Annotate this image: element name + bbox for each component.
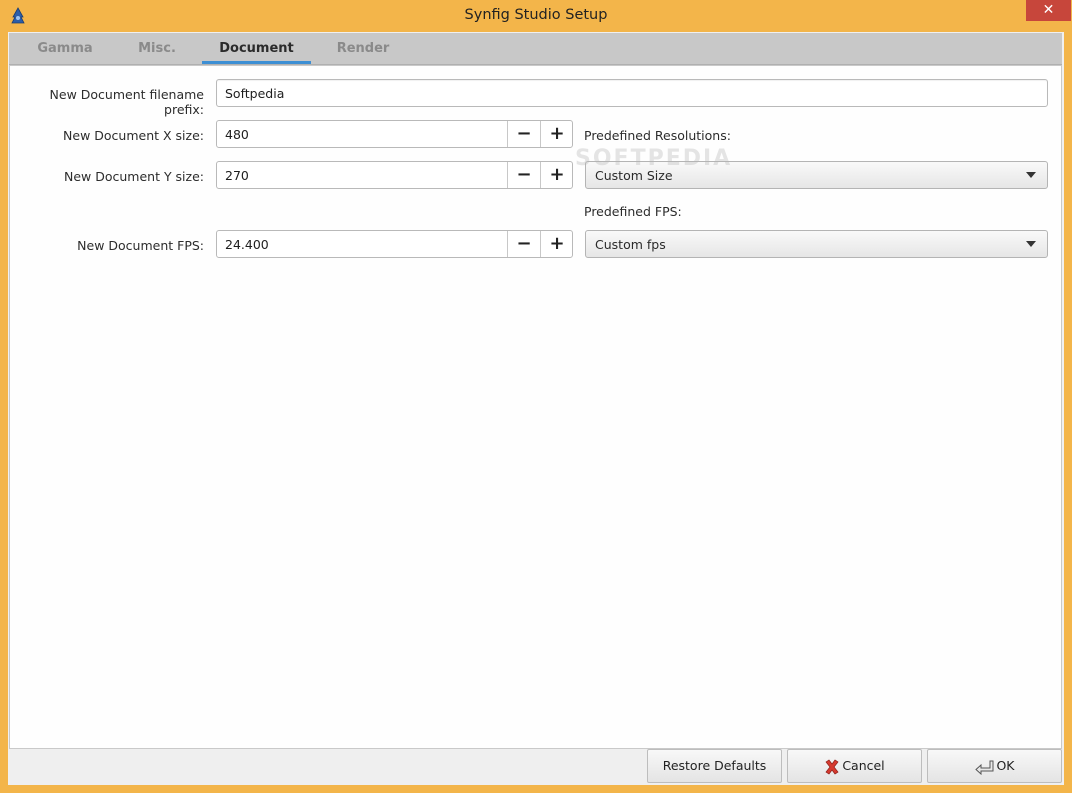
tab-document[interactable]: Document [202,33,311,64]
softpedia-watermark: SOFTPEDIA [575,146,733,171]
tab-misc[interactable]: Misc. [113,33,201,64]
resolutions-label: Predefined Resolutions: [584,128,731,143]
tab-gamma-label: Gamma [37,41,93,56]
fps-label: New Document FPS: [77,238,204,253]
dialog-body: Gamma Misc. Document Render New Document… [8,32,1064,785]
x-size-value: 480 [225,127,249,142]
setup-window: Synfig Studio Setup ✕ Gamma Misc. Docume… [0,0,1072,793]
cancel-x-icon [825,759,839,774]
dropdown-arrow-icon [1026,241,1036,247]
tab-document-label: Document [219,41,294,56]
tab-render-label: Render [336,41,390,56]
y-size-label: New Document Y size: [63,169,204,184]
close-button[interactable]: ✕ [1026,0,1071,21]
x-size-spinner[interactable]: 480 − + [216,120,573,148]
tab-misc-label: Misc. [138,41,176,56]
fps-presets-selected: Custom fps [595,237,666,252]
title-bar[interactable]: Synfig Studio Setup ✕ [0,0,1072,32]
y-size-spinner[interactable]: 270 − + [216,161,573,189]
ok-button[interactable]: OK [927,749,1062,783]
fps-presets-dropdown[interactable]: Custom fps [585,230,1048,258]
restore-defaults-button[interactable]: Restore Defaults [647,749,782,783]
active-tab-indicator [202,61,311,64]
document-settings-panel: New Document filename prefix: Softpedia … [9,65,1062,749]
tab-bar: Gamma Misc. Document Render [9,33,1062,65]
tab-gamma[interactable]: Gamma [21,33,109,64]
y-size-increment-button[interactable]: + [540,162,573,188]
x-size-label: New Document X size: [63,128,204,143]
prefix-input[interactable]: Softpedia [216,79,1048,107]
y-size-decrement-button[interactable]: − [507,162,540,188]
ok-label: OK [996,758,1015,773]
tab-render[interactable]: Render [319,33,407,64]
fps-presets-label: Predefined FPS: [584,204,682,219]
cancel-button[interactable]: Cancel [787,749,922,783]
fps-increment-button[interactable]: + [540,231,573,257]
button-bar: Restore Defaults Cancel OK [9,749,1062,785]
x-size-decrement-button[interactable]: − [507,121,540,147]
cancel-label: Cancel [842,758,885,773]
prefix-value: Softpedia [225,86,285,101]
fps-value: 24.400 [225,237,269,252]
prefix-label: New Document filename prefix: [49,87,204,117]
y-size-value: 270 [225,168,249,183]
fps-decrement-button[interactable]: − [507,231,540,257]
dropdown-arrow-icon [1026,172,1036,178]
window-title: Synfig Studio Setup [464,7,608,23]
fps-spinner[interactable]: 24.400 − + [216,230,573,258]
x-size-increment-button[interactable]: + [540,121,573,147]
restore-defaults-label: Restore Defaults [662,758,767,773]
enter-arrow-icon [975,760,994,775]
